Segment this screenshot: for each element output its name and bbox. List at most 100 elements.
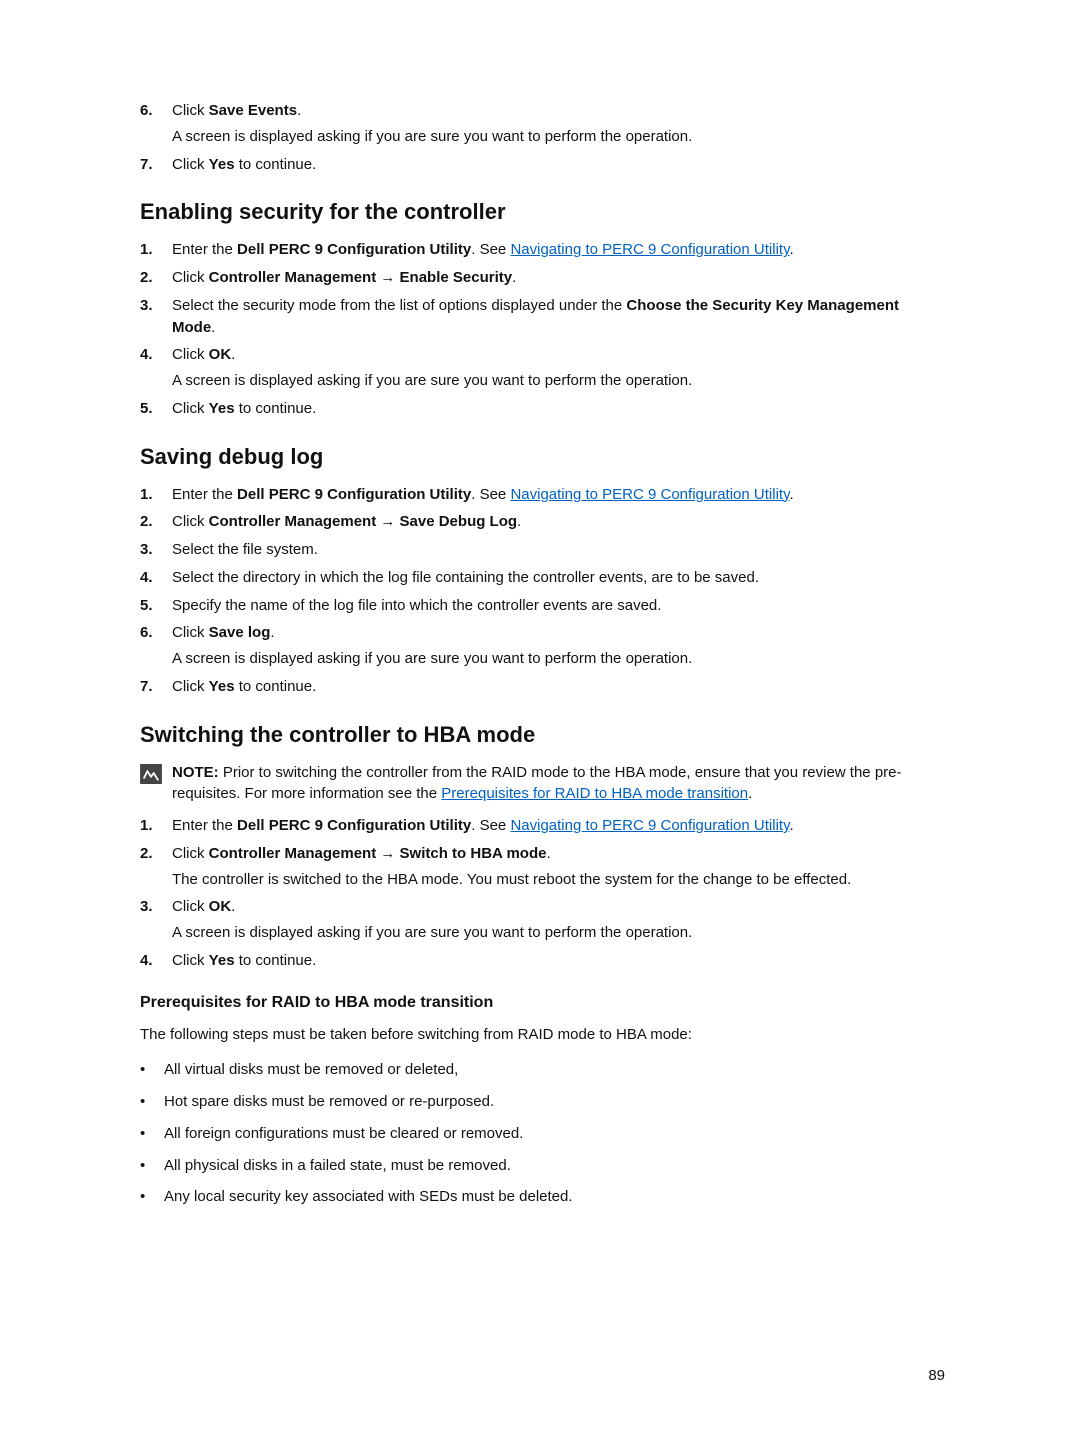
step-number: 1.: [140, 815, 158, 837]
link[interactable]: Navigating to PERC 9 Configuration Utili…: [510, 486, 789, 503]
text: to continue.: [235, 678, 317, 695]
step-body: Click Yes to continue.: [172, 154, 945, 176]
page-number: 89: [928, 1367, 945, 1384]
step-body: Click Save Events.A screen is displayed …: [172, 100, 945, 148]
step-number: 2.: [140, 843, 158, 865]
text: Click: [172, 102, 209, 119]
ordered-step: 6.Click Save Events.A screen is displaye…: [140, 100, 945, 148]
bullet-icon: •: [140, 1091, 150, 1113]
step-number: 5.: [140, 398, 158, 420]
text: .: [231, 346, 235, 363]
step-body: Click Controller Management → Enable Sec…: [172, 267, 945, 289]
text: .: [211, 319, 215, 336]
text: .: [270, 624, 274, 641]
saving-debug-log-steps: 1.Enter the Dell PERC 9 Configuration Ut…: [140, 484, 945, 698]
text-bold: Yes: [209, 156, 235, 173]
text: Enter the: [172, 486, 237, 503]
text-bold: Save Events: [209, 102, 297, 119]
step-body: Click Yes to continue.: [172, 950, 945, 972]
ordered-step: 2. Click Controller Management → Save Deb…: [140, 511, 945, 533]
ordered-step: 1.Enter the Dell PERC 9 Configuration Ut…: [140, 484, 945, 506]
text: Click: [172, 624, 209, 641]
step-body: Click Save log. A screen is displayed ask…: [172, 622, 945, 670]
list-item: •Any local security key associated with …: [140, 1186, 945, 1208]
step-body: Click Yes to continue.: [172, 676, 945, 698]
text-bold: Dell PERC 9 Configuration Utility: [237, 817, 471, 834]
text: Click: [172, 513, 209, 530]
bullet-icon: •: [140, 1155, 150, 1177]
text: . See: [471, 817, 510, 834]
step-number: 1.: [140, 484, 158, 506]
step-subtext: A screen is displayed asking if you are …: [172, 922, 945, 944]
text: Click: [172, 845, 209, 862]
ordered-step: 2. Click Controller Management → Switch t…: [140, 843, 945, 891]
text-bold: Dell PERC 9 Configuration Utility: [237, 241, 471, 258]
step-body: Click OK. A screen is displayed asking if…: [172, 896, 945, 944]
ordered-step: 4.Select the directory in which the log …: [140, 567, 945, 589]
ordered-step: 4. Click Yes to continue.: [140, 950, 945, 972]
text: Click: [172, 898, 209, 915]
text: Select the security mode from the list o…: [172, 297, 626, 314]
step-body: Enter the Dell PERC 9 Configuration Util…: [172, 815, 945, 837]
link[interactable]: Navigating to PERC 9 Configuration Utili…: [510, 241, 789, 258]
ordered-step: 1. Enter the Dell PERC 9 Configuration Ut…: [140, 815, 945, 837]
step-body: Click Controller Management → Save Debug…: [172, 511, 945, 533]
step-number: 7.: [140, 154, 158, 176]
text-bold: Yes: [209, 400, 235, 417]
bullet-icon: •: [140, 1059, 150, 1081]
text: Click: [172, 678, 209, 695]
text-bold: Save log: [209, 624, 271, 641]
ordered-step: 7.Click Yes to continue.: [140, 676, 945, 698]
ordered-step: 1. Enter the Dell PERC 9 Configuration Ut…: [140, 239, 945, 261]
step-number: 2.: [140, 511, 158, 533]
step-number: 4.: [140, 950, 158, 972]
text: .: [748, 785, 752, 802]
prerequisites-intro: The following steps must be taken before…: [140, 1024, 945, 1046]
text: Enter the: [172, 241, 237, 258]
list-item-text: All virtual disks must be removed or del…: [164, 1059, 458, 1081]
text: Click: [172, 346, 209, 363]
subsection-title-prerequisites: Prerequisites for RAID to HBA mode trans…: [140, 994, 945, 1012]
ordered-step: 5.Click Yes to continue.: [140, 398, 945, 420]
intro-step-list: 6.Click Save Events.A screen is displaye…: [140, 100, 945, 175]
text: .: [789, 817, 793, 834]
ordered-step: 3.Select the file system.: [140, 539, 945, 561]
note-block: NOTE: Prior to switching the controller …: [140, 762, 945, 806]
step-body: Enter the Dell PERC 9 Configuration Util…: [172, 239, 945, 261]
link[interactable]: Prerequisites for RAID to HBA mode trans…: [441, 785, 748, 802]
list-item: • All virtual disks must be removed or de…: [140, 1059, 945, 1081]
section-title-enable-security: Enabling security for the controller: [140, 199, 945, 225]
step-number: 1.: [140, 239, 158, 261]
step-body: Click Controller Management → Switch to …: [172, 843, 945, 891]
bullet-icon: •: [140, 1123, 150, 1145]
step-number: 4.: [140, 567, 158, 589]
ordered-step: 2.Click Controller Management → Enable S…: [140, 267, 945, 289]
ordered-step: 5.Specify the name of the log file into …: [140, 595, 945, 617]
link[interactable]: Navigating to PERC 9 Configuration Utili…: [510, 817, 789, 834]
text: to continue.: [235, 400, 317, 417]
step-number: 6.: [140, 622, 158, 644]
text: .: [789, 486, 793, 503]
text-bold: OK: [209, 346, 232, 363]
list-item: • Hot spare disks must be removed or re-p…: [140, 1091, 945, 1113]
list-item-text: All physical disks in a failed state, mu…: [164, 1155, 511, 1177]
text-bold: Controller Management → Save Debug Log: [209, 513, 517, 530]
list-item-text: Any local security key associated with S…: [164, 1186, 573, 1208]
text-bold: OK: [209, 898, 232, 915]
text: .: [231, 898, 235, 915]
list-item-text: Hot spare disks must be removed or re-pu…: [164, 1091, 494, 1113]
note-icon: [140, 764, 162, 784]
list-item-text: All foreign configurations must be clear…: [164, 1123, 523, 1145]
step-number: 5.: [140, 595, 158, 617]
ordered-step: 3.Select the security mode from the list…: [140, 295, 945, 339]
ordered-step: 4.Click OK.A screen is displayed asking …: [140, 344, 945, 392]
enable-security-steps: 1. Enter the Dell PERC 9 Configuration Ut…: [140, 239, 945, 419]
text: Click: [172, 156, 209, 173]
step-body: Select the file system.: [172, 539, 945, 561]
text: Select the file system.: [172, 541, 318, 558]
text: Click: [172, 269, 209, 286]
text-bold: NOTE:: [172, 764, 223, 781]
step-subtext: A screen is displayed asking if you are …: [172, 648, 945, 670]
step-number: 4.: [140, 344, 158, 366]
list-item: • All foreign configurations must be clea…: [140, 1123, 945, 1145]
